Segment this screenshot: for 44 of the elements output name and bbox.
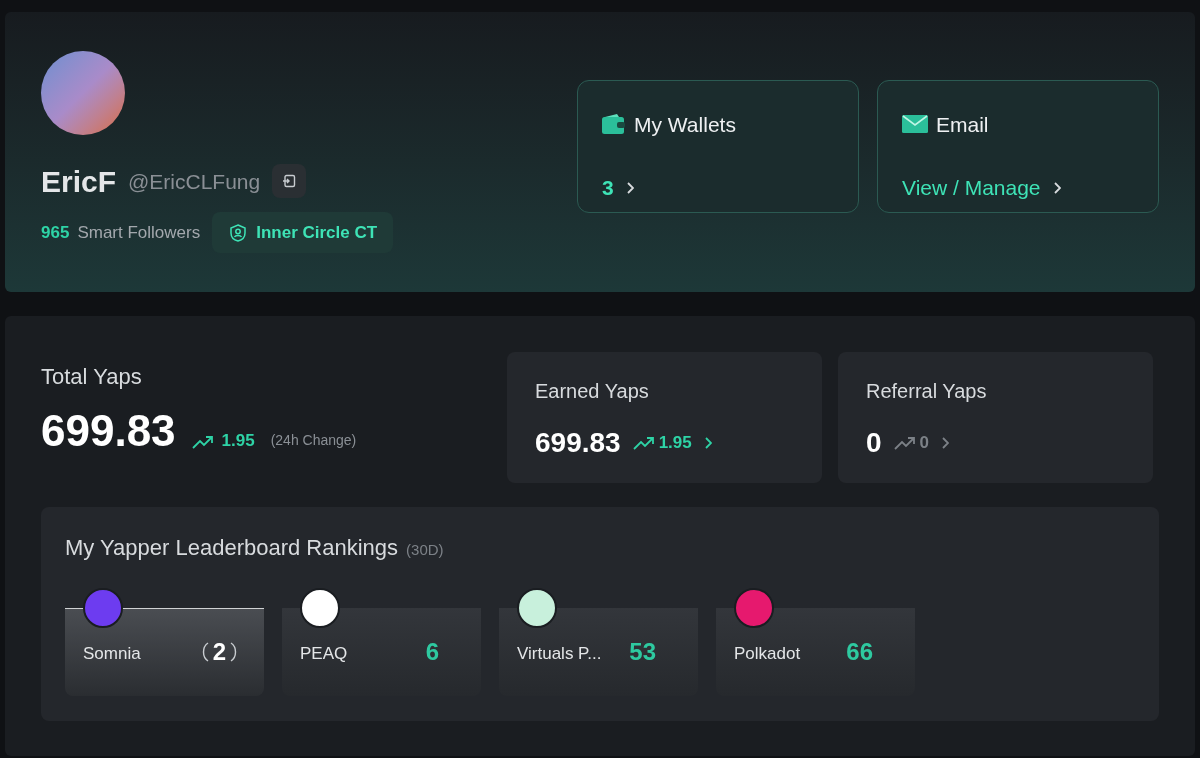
yaps-card[interactable]: Earned Yaps 699.83 1.95 <box>507 352 822 483</box>
yaps-card[interactable]: Referral Yaps 0 0 <box>838 352 1153 483</box>
yaps-card-label: Referral Yaps <box>866 379 988 404</box>
chevron-right-icon <box>703 437 712 449</box>
profile-name: EricF <box>41 163 117 200</box>
card-title: Email <box>936 111 989 138</box>
inner-circle-badge: Inner Circle CT <box>212 211 394 254</box>
chevron-right-icon <box>1052 181 1061 194</box>
logout-icon <box>282 174 297 189</box>
card-value[interactable]: 3 <box>602 172 614 204</box>
project-name: Virtuals P... <box>517 643 602 666</box>
total-yaps-value: 699.83 <box>41 409 176 453</box>
yaps-card-change: 1.95 <box>658 432 692 455</box>
yaps-card-label: Earned Yaps <box>535 379 650 404</box>
card-value[interactable]: View / Manage <box>902 172 1041 204</box>
profile-handle: @EricCLFung <box>128 168 261 195</box>
envelope-icon <box>902 115 928 134</box>
rank-number: 53 <box>629 638 656 665</box>
rankings-title: My Yapper Leaderboard Rankings <box>65 534 399 562</box>
yaps-card-value: 0 <box>866 426 882 460</box>
smart-followers-count: 965 <box>41 221 70 244</box>
logout-button[interactable] <box>272 164 307 199</box>
trend-up-icon <box>191 435 214 449</box>
yaps-card-change: 0 <box>919 432 930 455</box>
project-name: PEAQ <box>300 643 348 666</box>
project-name: Somnia <box>83 643 141 666</box>
shield-icon <box>228 222 249 243</box>
card-title: My Wallets <box>634 111 736 138</box>
wallets-card[interactable]: My Wallets 3 <box>577 79 859 213</box>
rank-number: 6 <box>425 638 439 665</box>
chevron-right-icon <box>625 181 634 194</box>
total-yaps-label: Total Yaps <box>41 363 143 391</box>
chevron-right-icon <box>941 437 950 449</box>
yaps-card-value: 699.83 <box>535 426 621 460</box>
change-note: (24h Change) <box>270 431 357 450</box>
email-card[interactable]: Email View / Manage <box>877 79 1159 213</box>
project-name: Polkadot <box>734 643 801 666</box>
rank-number: 66 <box>846 638 873 665</box>
wallet-icon <box>602 114 626 135</box>
ranking-card[interactable]: Somnia 2 <box>65 588 264 696</box>
rankings-period: (30D) <box>406 540 444 560</box>
smart-followers-label: Smart Followers <box>77 221 201 244</box>
total-yaps-change: 1.95 <box>221 429 255 452</box>
rank-number: 2 <box>212 637 226 667</box>
